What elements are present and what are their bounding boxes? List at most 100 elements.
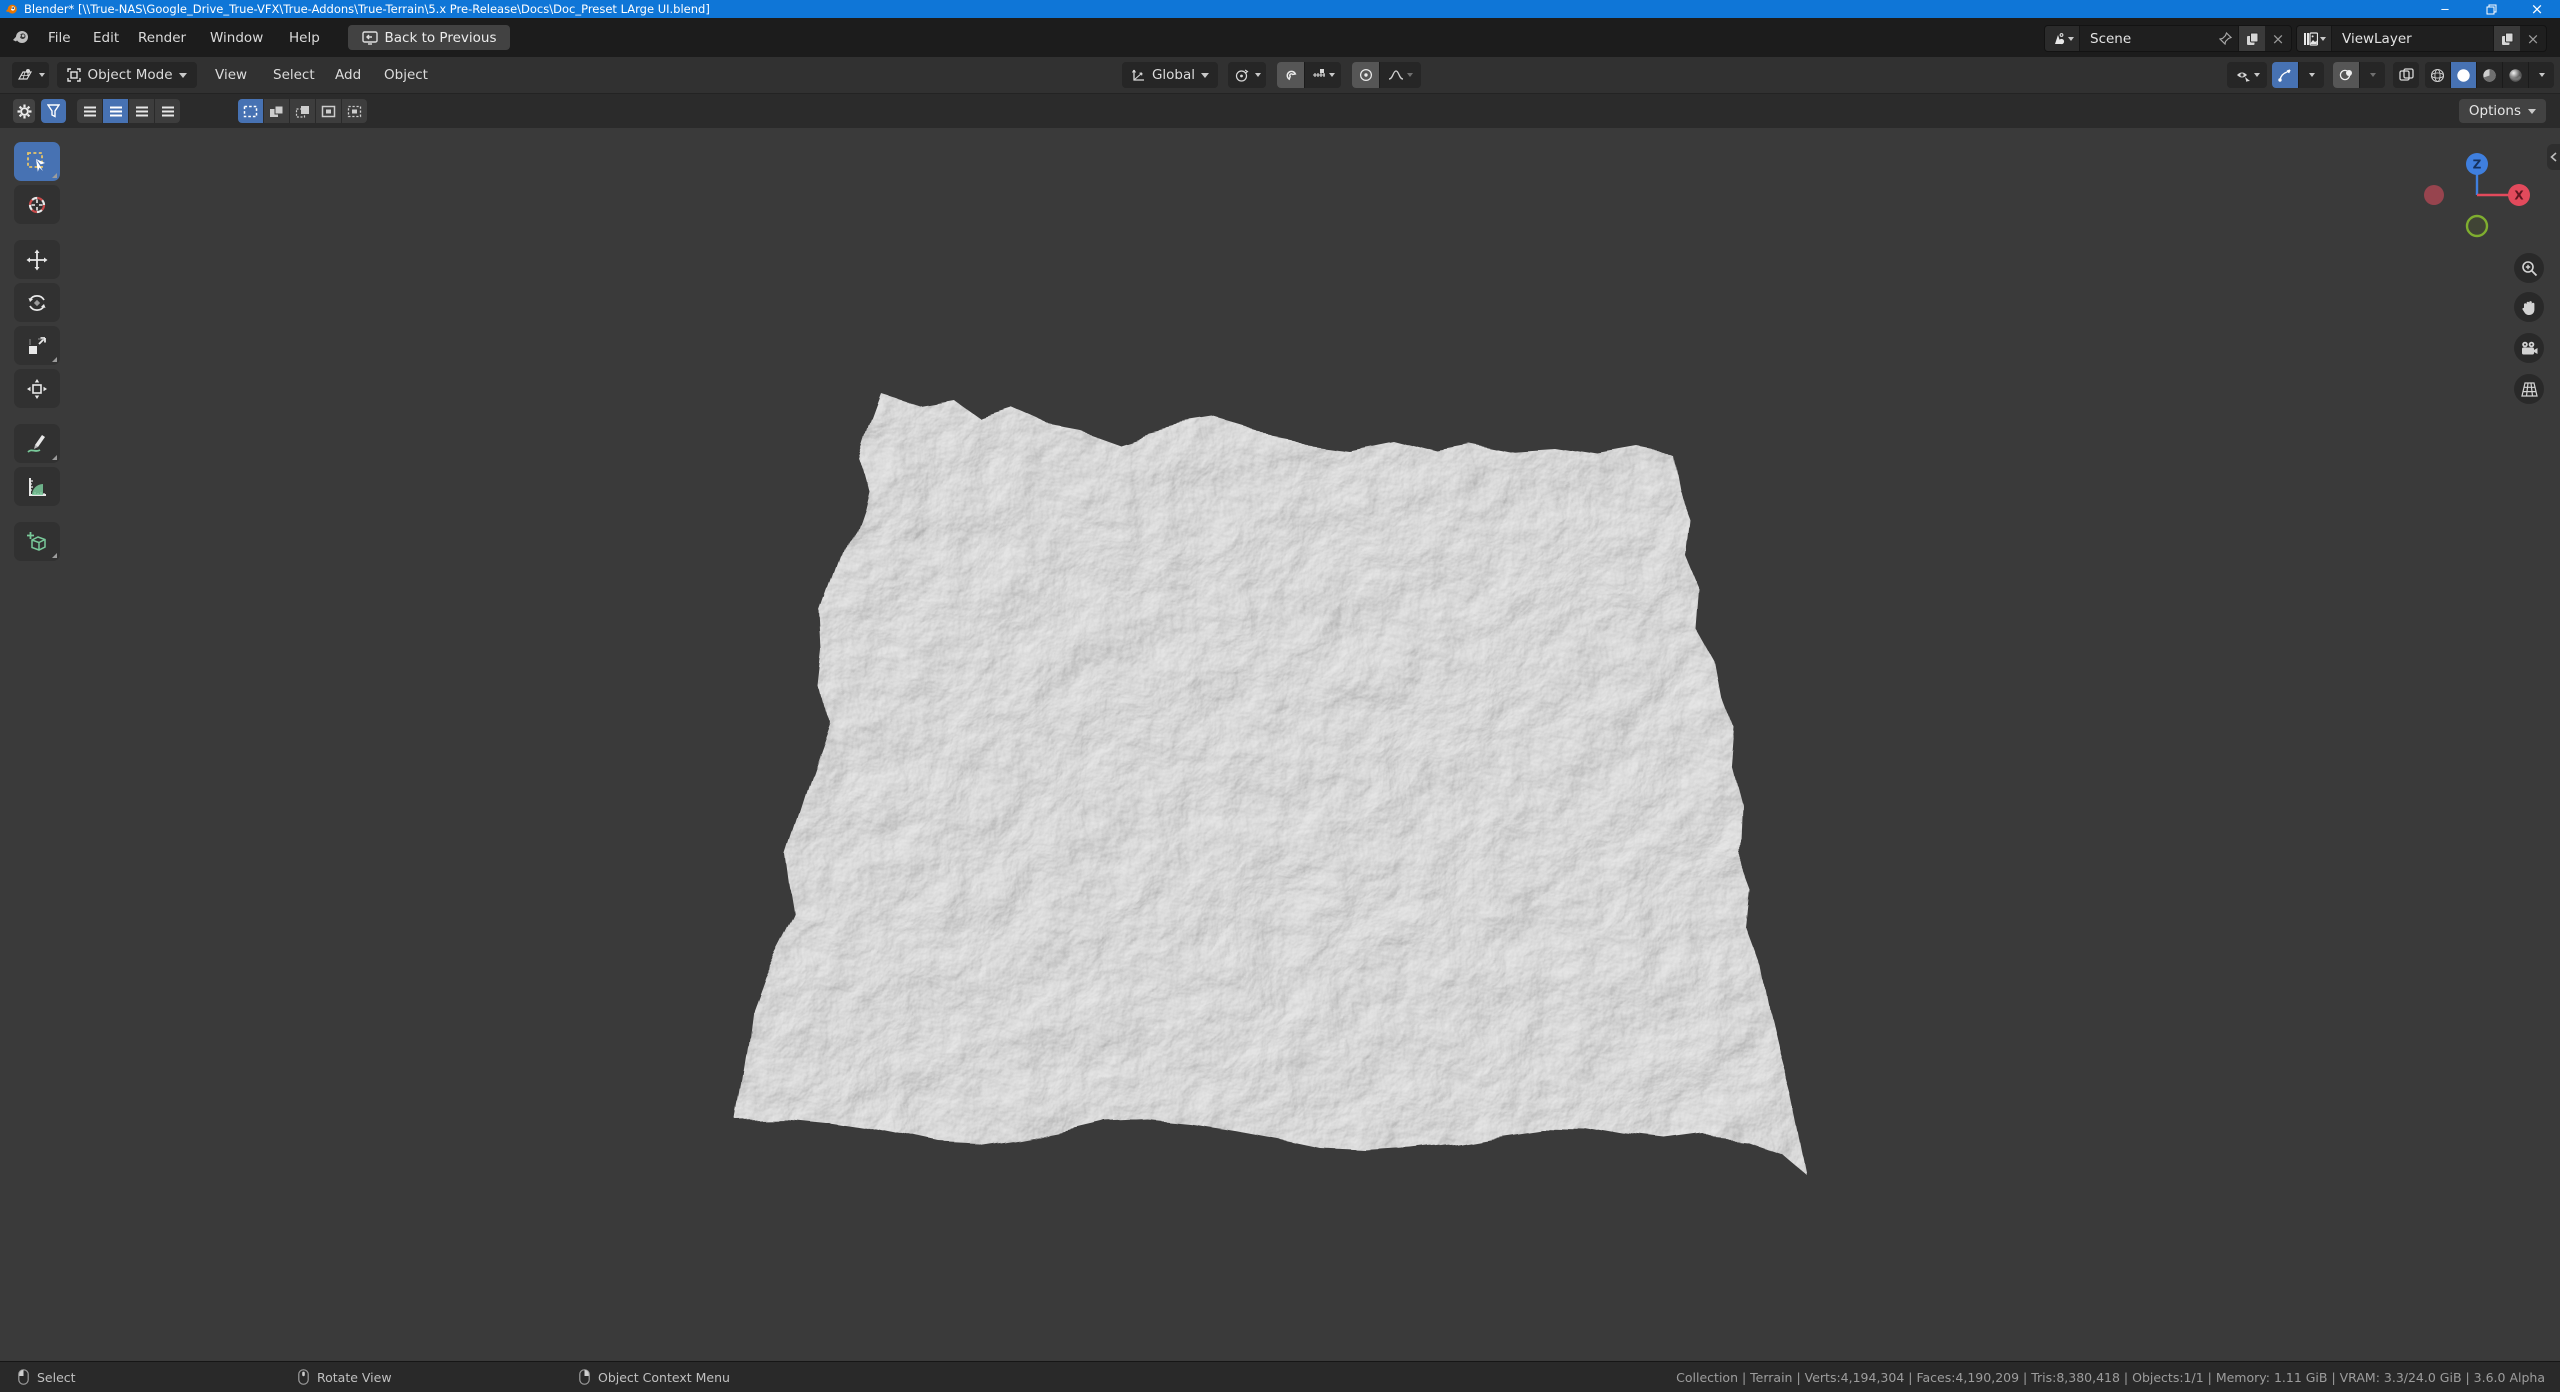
- browse-view-layer-button[interactable]: [2297, 26, 2332, 51]
- proportional-falloff-dropdown[interactable]: [1379, 62, 1421, 88]
- select-mode-set-button[interactable]: [238, 99, 263, 123]
- select-mode-invert-button[interactable]: [315, 99, 341, 123]
- gizmo-axis-x-negative[interactable]: [2424, 185, 2444, 205]
- filter-button[interactable]: [41, 99, 66, 123]
- sidebar-collapse-tab[interactable]: [2547, 144, 2560, 170]
- mouse-left-icon: [18, 1369, 29, 1385]
- remove-scene-button[interactable]: ×: [2265, 26, 2291, 51]
- orientation-global-icon: [1131, 68, 1146, 83]
- menu-help[interactable]: Help: [283, 18, 326, 57]
- object-mode-icon: [67, 68, 81, 82]
- menu-add[interactable]: Add: [329, 57, 367, 93]
- window-titlebar[interactable]: Blender* [\\True-NAS\Google_Drive_True-V…: [0, 0, 2560, 18]
- mode-selector[interactable]: Object Mode: [57, 62, 197, 88]
- tool-select-box[interactable]: [14, 142, 60, 181]
- menu-select[interactable]: Select: [267, 57, 321, 93]
- tweak-mode-1-button[interactable]: [77, 99, 102, 123]
- menu-object[interactable]: Object: [378, 57, 434, 93]
- rotate-icon: [26, 292, 48, 314]
- xray-icon: [2399, 68, 2414, 82]
- transform-orientation-label: Global: [1152, 67, 1195, 83]
- shading-material-button[interactable]: [2476, 62, 2502, 88]
- navigation-gizmo[interactable]: Z X: [2422, 140, 2532, 250]
- solid-sphere-icon: [2456, 68, 2471, 83]
- menu-view[interactable]: View: [209, 57, 253, 93]
- select-intersect-icon: [347, 105, 362, 118]
- tool-options-dropdown[interactable]: Options: [2459, 99, 2546, 123]
- object-visibility-dropdown[interactable]: [2227, 62, 2267, 88]
- select-mode-extend-button[interactable]: [263, 99, 289, 123]
- select-mode-subtract-button[interactable]: [289, 99, 315, 123]
- zoom-view-button[interactable]: [2514, 253, 2544, 283]
- tweak-mode-3-button[interactable]: [128, 99, 154, 123]
- show-overlays-toggle[interactable]: [2333, 62, 2359, 88]
- toggle-perspective-button[interactable]: [2514, 374, 2544, 404]
- gizmo-axis-y[interactable]: [2467, 216, 2487, 236]
- shading-dropdown[interactable]: [2528, 62, 2554, 88]
- snap-toggle[interactable]: [1277, 62, 1304, 88]
- blender-menu-icon[interactable]: [12, 29, 30, 46]
- view-layer-name[interactable]: ViewLayer: [2332, 31, 2493, 47]
- tweak-mode-2-button[interactable]: [102, 99, 128, 123]
- menu-file[interactable]: File: [42, 18, 77, 57]
- tool-rotate[interactable]: [14, 283, 60, 322]
- tool-settings-header: Options: [0, 94, 2560, 129]
- show-gizmo-toggle[interactable]: [2272, 62, 2298, 88]
- snapping-controls: [1277, 62, 1341, 88]
- remove-view-layer-button[interactable]: ×: [2520, 26, 2546, 51]
- measure-icon: [26, 476, 48, 498]
- terrain-mesh-object[interactable]: [0, 128, 2560, 1362]
- new-scene-button[interactable]: [2238, 26, 2265, 51]
- back-to-previous-button[interactable]: Back to Previous: [348, 25, 510, 50]
- tool-add-cube[interactable]: [14, 522, 60, 561]
- browse-scene-button[interactable]: [2045, 26, 2080, 51]
- snap-increment-icon: [1312, 69, 1326, 81]
- tool-measure[interactable]: [14, 467, 60, 506]
- select-mode-intersect-button[interactable]: [341, 99, 367, 123]
- duplicate-icon: [2501, 32, 2514, 46]
- menu-render[interactable]: Render: [132, 18, 192, 57]
- pan-view-button[interactable]: [2514, 292, 2544, 322]
- blender-logo-icon: [5, 3, 18, 16]
- tool-annotate[interactable]: [14, 424, 60, 463]
- scale-icon: [26, 335, 48, 357]
- tool-settings-gear-button[interactable]: [13, 99, 35, 123]
- restore-button[interactable]: [2468, 0, 2514, 18]
- chevron-down-icon: [1201, 73, 1209, 78]
- toolbar: [14, 142, 60, 561]
- pin-scene-button[interactable]: [2212, 26, 2238, 51]
- tool-move[interactable]: [14, 240, 60, 279]
- proportional-edit-toggle[interactable]: [1352, 62, 1379, 88]
- hint-rotate-view: Rotate View: [298, 1362, 392, 1392]
- pivot-point-dropdown[interactable]: [1228, 62, 1266, 88]
- visibility-eye-icon: [2235, 69, 2251, 82]
- scene-name[interactable]: Scene: [2080, 31, 2212, 47]
- tweak-mode-4-button[interactable]: [154, 99, 180, 123]
- lines-icon: [83, 106, 97, 117]
- close-button[interactable]: ×: [2514, 0, 2560, 18]
- editor-type-button[interactable]: [12, 62, 49, 88]
- gizmo-dropdown[interactable]: [2298, 62, 2324, 88]
- snap-to-dropdown[interactable]: [1304, 62, 1341, 88]
- shading-rendered-button[interactable]: [2502, 62, 2528, 88]
- toggle-xray-button[interactable]: [2393, 62, 2419, 88]
- new-view-layer-button[interactable]: [2493, 26, 2520, 51]
- shading-solid-button[interactable]: [2450, 62, 2476, 88]
- tool-scale[interactable]: [14, 326, 60, 365]
- shading-mode-controls: [2425, 62, 2554, 88]
- tool-cursor[interactable]: [14, 185, 60, 224]
- viewport-3d[interactable]: Z X: [0, 128, 2560, 1362]
- select-subtract-icon: [295, 105, 310, 118]
- screen-back-icon: [362, 31, 378, 45]
- blender-window: Blender* [\\True-NAS\Google_Drive_True-V…: [0, 0, 2560, 1392]
- gizmo-axis-z-label: Z: [2473, 158, 2482, 172]
- menu-window[interactable]: Window: [204, 18, 269, 57]
- minimize-button[interactable]: −: [2422, 0, 2468, 18]
- overlays-dropdown[interactable]: [2359, 62, 2385, 88]
- camera-view-button[interactable]: [2514, 333, 2544, 363]
- shading-wireframe-button[interactable]: [2425, 62, 2450, 88]
- transform-orientation-dropdown[interactable]: Global: [1122, 62, 1218, 88]
- hint-object-context-menu-label: Object Context Menu: [598, 1370, 730, 1385]
- tool-transform[interactable]: [14, 369, 60, 408]
- menu-edit[interactable]: Edit: [87, 18, 125, 57]
